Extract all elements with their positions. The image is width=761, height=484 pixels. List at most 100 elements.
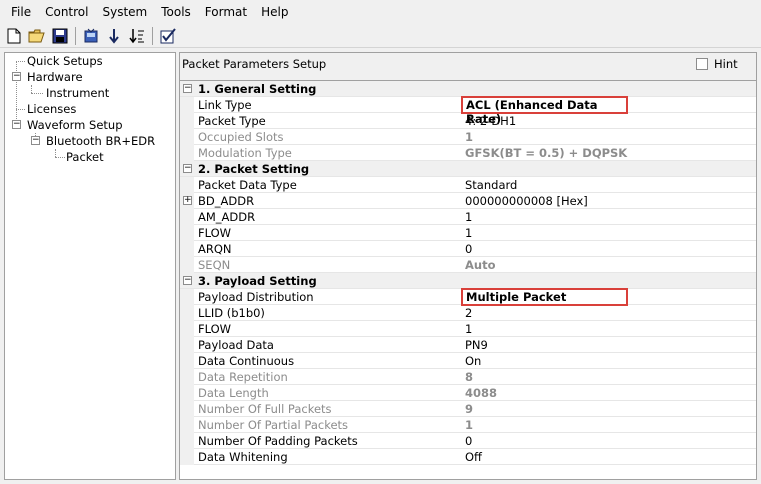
property-row-flow[interactable]: FLOW 1 [180, 225, 756, 241]
payload-distribution-value[interactable]: Multiple Packet [461, 288, 628, 306]
section-payload-setting[interactable]: − 3. Payload Setting [180, 273, 756, 289]
collapse-icon[interactable]: − [12, 120, 21, 129]
property-value: 4088 [465, 386, 498, 400]
section-title: 3. Payload Setting [198, 274, 317, 288]
property-row-am-addr[interactable]: AM_ADDR 1 [180, 209, 756, 225]
property-row-modulation-type: Modulation Type GFSK(BT = 0.5) + DQPSK [180, 145, 756, 161]
property-value[interactable]: 1 [465, 209, 755, 225]
toolbar [0, 24, 761, 48]
instrument-icon[interactable] [81, 26, 101, 46]
collapse-icon[interactable]: − [31, 136, 40, 145]
tree-item-waveform-setup[interactable]: Waveform Setup [27, 117, 123, 133]
property-value[interactable]: Standard [465, 177, 755, 193]
validate-check-icon[interactable] [158, 26, 178, 46]
section-packet-setting[interactable]: − 2. Packet Setting [180, 161, 756, 177]
property-row-link-type[interactable]: Link Type ACL (Enhanced Data Rate) [180, 96, 756, 126]
property-name: FLOW [198, 322, 232, 336]
collapse-icon[interactable]: − [12, 72, 21, 81]
menu-file[interactable]: File [4, 0, 38, 24]
property-name: LLID (b1b0) [198, 306, 265, 320]
property-row-packet-data-type[interactable]: Packet Data Type Standard [180, 177, 756, 193]
property-value[interactable]: Off [465, 449, 755, 465]
property-value: GFSK(BT = 0.5) + DQPSK [465, 146, 628, 160]
property-name: AM_ADDR [198, 210, 256, 224]
property-row-payload-data[interactable]: Payload Data PN9 [180, 337, 756, 353]
property-row-data-continuous[interactable]: Data Continuous On [180, 353, 756, 369]
collapse-icon[interactable]: − [183, 164, 192, 173]
tree-item-hardware[interactable]: Hardware [27, 69, 83, 85]
property-value[interactable]: On [465, 353, 755, 369]
sort-icon[interactable] [127, 26, 147, 46]
property-name: Link Type [198, 98, 252, 112]
property-name: Packet Type [198, 114, 266, 128]
collapse-icon[interactable]: − [183, 276, 192, 285]
property-row-flow[interactable]: FLOW 1 [180, 321, 756, 337]
menu-format[interactable]: Format [198, 0, 254, 24]
property-row-partial-packets: Number Of Partial Packets 1 [180, 417, 756, 433]
property-row-packet-type[interactable]: Packet Type 4: 2-DH1 [180, 113, 756, 129]
tree-item-packet[interactable]: Packet [66, 149, 104, 165]
property-row-seqn: SEQN Auto [180, 257, 756, 273]
section-general-setting[interactable]: − 1. General Setting [180, 81, 756, 97]
tree-item-quick-setups[interactable]: Quick Setups [27, 53, 103, 69]
property-value[interactable]: 000000000008 [Hex] [465, 193, 755, 209]
row-gutter [180, 113, 194, 129]
expand-icon[interactable]: + [183, 196, 192, 205]
property-row-bd-addr[interactable]: + BD_ADDR 000000000008 [Hex] [180, 193, 756, 209]
row-gutter [180, 177, 194, 193]
save-icon[interactable] [50, 26, 70, 46]
property-value[interactable]: 0 [465, 241, 755, 257]
row-gutter [180, 257, 194, 273]
property-row-full-packets: Number Of Full Packets 9 [180, 401, 756, 417]
section-title: 2. Packet Setting [198, 162, 310, 176]
row-gutter [180, 241, 194, 257]
new-file-icon[interactable] [4, 26, 24, 46]
property-name: Number Of Partial Packets [198, 418, 349, 432]
hint-checkbox[interactable] [696, 58, 708, 70]
menu-system[interactable]: System [95, 0, 154, 24]
navigation-tree: Quick Setups − Hardware Instrument Licen… [4, 52, 176, 480]
property-value[interactable]: 1 [465, 225, 755, 241]
menu-tools[interactable]: Tools [154, 0, 198, 24]
tree-connector [16, 61, 25, 62]
property-row-payload-distribution[interactable]: Payload Distribution Multiple Packet [180, 288, 756, 306]
property-value[interactable]: PN9 [465, 337, 755, 353]
download-icon[interactable] [104, 26, 124, 46]
tree-item-licenses[interactable]: Licenses [27, 101, 76, 117]
property-row-data-whitening[interactable]: Data Whitening Off [180, 449, 756, 465]
property-value[interactable]: 4: 2-DH1 [465, 113, 755, 129]
section-title: 1. General Setting [198, 82, 317, 96]
open-folder-icon[interactable] [27, 26, 47, 46]
property-name: Data Whitening [198, 450, 288, 464]
property-grid: − 1. General Setting Link Type ACL (Enha… [180, 81, 756, 465]
row-gutter [180, 129, 194, 145]
row-gutter [180, 337, 194, 353]
property-name: Payload Data [198, 338, 274, 352]
link-type-value[interactable]: ACL (Enhanced Data Rate) [461, 96, 628, 126]
collapse-icon[interactable]: − [183, 84, 192, 93]
row-gutter [180, 97, 194, 113]
property-name: Number Of Padding Packets [198, 434, 358, 448]
menu-help[interactable]: Help [254, 0, 295, 24]
row-gutter [180, 417, 194, 433]
property-row-padding-packets[interactable]: Number Of Padding Packets 0 [180, 433, 756, 449]
property-value[interactable]: 0 [465, 433, 755, 449]
panel-title: Packet Parameters Setup [182, 57, 327, 71]
menu-control[interactable]: Control [38, 0, 95, 24]
tree-connector [31, 93, 43, 94]
tree-item-instrument[interactable]: Instrument [46, 85, 109, 101]
property-value: Auto [465, 258, 496, 272]
property-name: Number Of Full Packets [198, 402, 332, 416]
tree-item-bluetooth[interactable]: Bluetooth BR+EDR [46, 133, 155, 149]
property-row-arqn[interactable]: ARQN 0 [180, 241, 756, 257]
row-gutter [180, 433, 194, 449]
property-value[interactable]: 2 [465, 305, 755, 321]
property-row-llid[interactable]: LLID (b1b0) 2 [180, 305, 756, 321]
property-value[interactable]: 1 [465, 321, 755, 337]
row-gutter [180, 289, 194, 305]
property-name: Data Continuous [198, 354, 295, 368]
property-name: Occupied Slots [198, 130, 284, 144]
property-name: SEQN [198, 258, 231, 272]
property-value: 1 [465, 130, 474, 144]
tree-connector [31, 85, 32, 93]
